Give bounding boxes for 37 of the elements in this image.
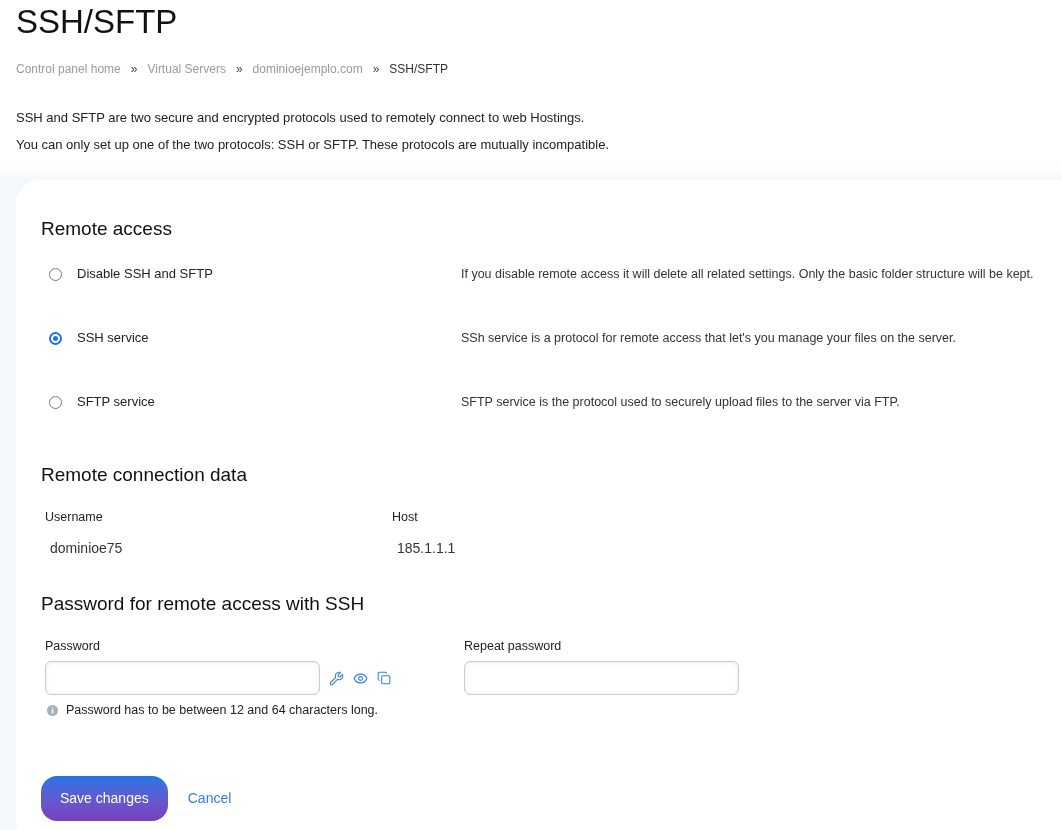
section-heading: Remote connection data	[41, 463, 248, 487]
radio-label[interactable]: SSH service	[77, 328, 149, 348]
radio-button[interactable]	[49, 267, 62, 281]
breadcrumb-link[interactable]: dominioejemplo.com	[252, 60, 363, 78]
copy-icon[interactable]	[377, 671, 391, 685]
breadcrumb-link[interactable]: Control panel home	[16, 60, 121, 78]
option-description: If you disable remote access it will delete all related settings. Only the basic folder structure will be kept.	[461, 265, 1034, 283]
section-heading: Remote access	[41, 217, 173, 241]
cancel-link[interactable]: Cancel	[187, 788, 232, 809]
save-button[interactable]: Save changes	[41, 776, 168, 821]
field-value: 185.1.1.1	[396, 540, 456, 556]
eye-icon[interactable]	[353, 670, 368, 686]
breadcrumb-separator: »	[372, 61, 380, 78]
radio-button[interactable]	[49, 331, 62, 345]
section-heading: Password for remote access with SSH	[41, 592, 366, 616]
radio-label[interactable]: Disable SSH and SFTP	[77, 264, 213, 284]
field-value: dominioe75	[49, 540, 124, 556]
intro-text: SSH and SFTP are two secure and encrypted protocols used to remotely connect to web Hostings.	[16, 109, 586, 127]
radio-button[interactable]	[49, 395, 62, 409]
field-label: Host	[392, 509, 419, 525]
breadcrumb-separator: »	[130, 61, 138, 78]
field-label: Repeat password	[464, 638, 563, 654]
field-label: Username	[45, 509, 104, 525]
intro-text: You can only set up one of the two protocols: SSH or SFTP. These protocols are mutually incompatible.	[16, 136, 611, 154]
info-icon	[47, 704, 58, 716]
option-description: SFTP service is the protocol used to securely upload files to the server via FTP.	[461, 393, 900, 411]
breadcrumb-separator: »	[235, 61, 243, 78]
password-field[interactable]	[464, 661, 739, 695]
password-field[interactable]	[45, 661, 320, 695]
wrench-icon[interactable]	[329, 670, 344, 686]
page-title: SSH/SFTP	[16, 2, 179, 42]
option-description: SSh service is a protocol for remote access that let's you manage your files on the server.	[461, 329, 956, 347]
breadcrumb-link[interactable]: Virtual Servers	[147, 60, 226, 78]
breadcrumb-current: SSH/SFTP	[389, 61, 449, 78]
hint-text: Password has to be between 12 and 64 characters long.	[66, 702, 378, 718]
radio-label[interactable]: SFTP service	[77, 392, 155, 412]
field-label: Password	[45, 638, 101, 654]
